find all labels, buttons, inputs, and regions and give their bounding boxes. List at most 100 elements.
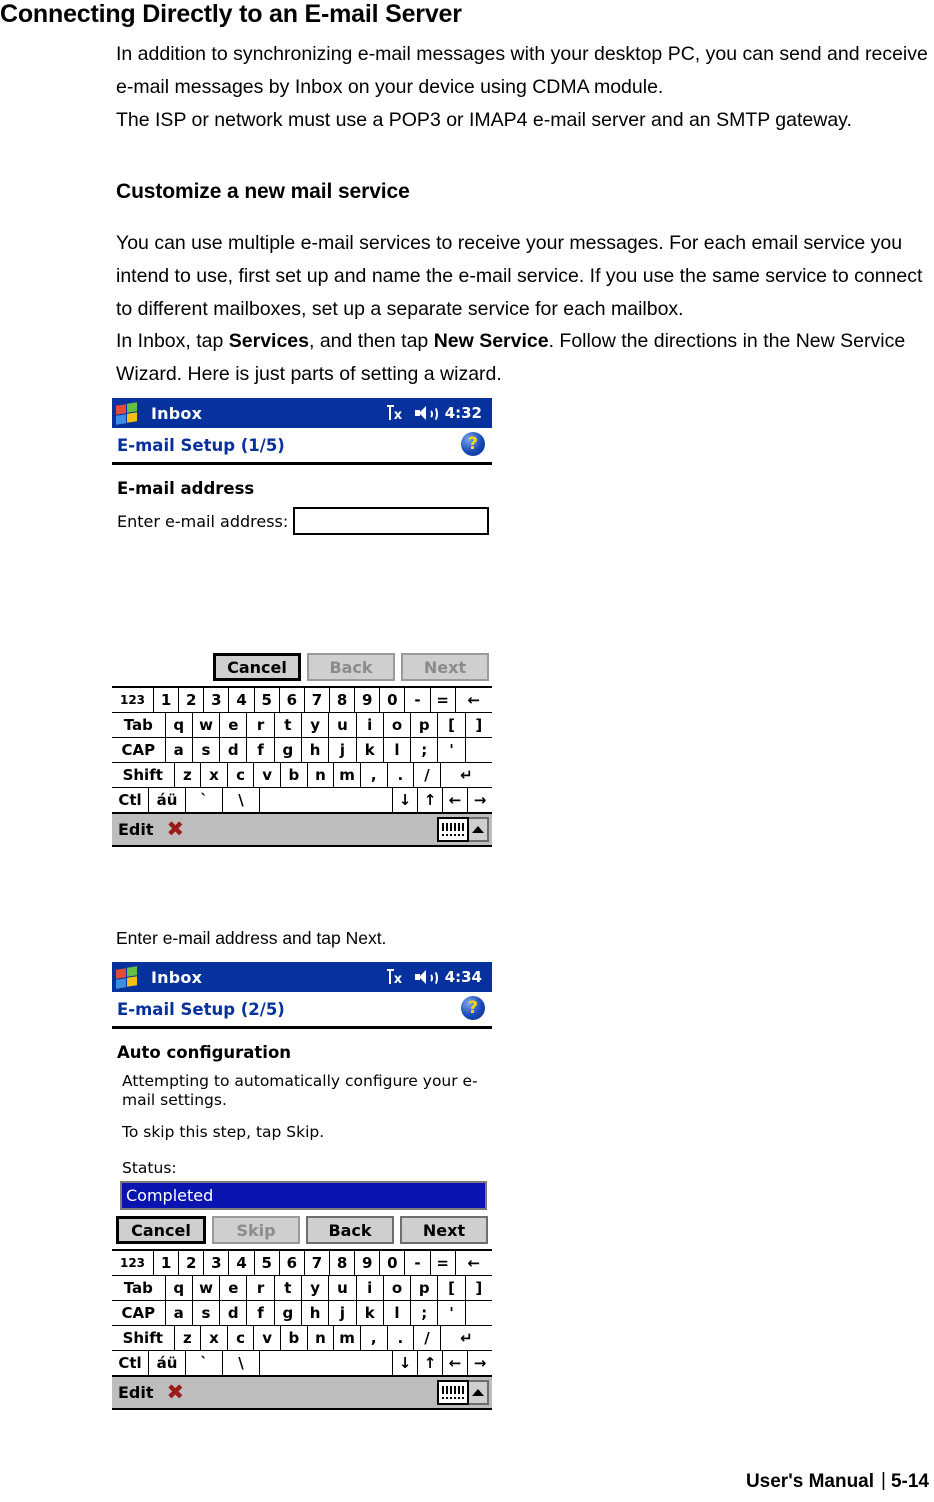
key-p[interactable]: p: [411, 1276, 439, 1300]
key-a[interactable]: a: [165, 1301, 193, 1325]
key-s[interactable]: s: [192, 1301, 221, 1325]
key-f[interactable]: f: [247, 738, 275, 762]
key-8[interactable]: 8: [330, 1251, 356, 1275]
key-ctl[interactable]: Ctl: [112, 1351, 149, 1375]
key-arrow-left[interactable]: ←: [443, 788, 468, 812]
key-v[interactable]: v: [254, 1326, 281, 1350]
pda2-cancel-button[interactable]: Cancel: [116, 1216, 206, 1244]
key-bracket-right[interactable]: ]: [465, 1276, 492, 1300]
key-arrow-down[interactable]: ↓: [393, 788, 418, 812]
key-d[interactable]: d: [220, 738, 248, 762]
key-1[interactable]: 1: [154, 688, 180, 712]
key-slash[interactable]: /: [414, 763, 441, 787]
key-k[interactable]: k: [356, 1301, 384, 1325]
key-arrow-up[interactable]: ↑: [418, 788, 443, 812]
key-3[interactable]: 3: [204, 688, 230, 712]
key-space[interactable]: [260, 788, 393, 812]
email-address-input[interactable]: [293, 507, 489, 535]
key-minus[interactable]: -: [405, 688, 431, 712]
key-accents[interactable]: áü: [149, 788, 186, 812]
edit-menu-button[interactable]: Edit: [118, 1383, 154, 1402]
key-6[interactable]: 6: [279, 688, 305, 712]
key-q[interactable]: q: [165, 713, 193, 737]
pda1-clock[interactable]: 4:32: [445, 404, 482, 422]
key-equals[interactable]: =: [430, 688, 456, 712]
help-question-icon[interactable]: ?: [461, 432, 485, 456]
windows-start-icon[interactable]: [112, 962, 140, 992]
signal-no-service-icon[interactable]: x: [386, 404, 407, 422]
key-accents[interactable]: áü: [149, 1351, 186, 1375]
key-bracket-left[interactable]: [: [438, 1276, 466, 1300]
key-e[interactable]: e: [220, 713, 248, 737]
key-cap[interactable]: CAP: [112, 738, 166, 762]
key-t[interactable]: t: [274, 1276, 302, 1300]
red-x-icon[interactable]: ✖: [167, 819, 185, 840]
key-5[interactable]: 5: [254, 688, 280, 712]
key-n[interactable]: n: [307, 763, 335, 787]
pda2-soft-keyboard[interactable]: 123 1 2 3 4 5 6 7 8 9 0 - = ← Tab q w e …: [112, 1249, 492, 1408]
key-backslash[interactable]: \: [223, 1351, 260, 1375]
key-period[interactable]: .: [387, 1326, 415, 1350]
key-arrow-left[interactable]: ←: [443, 1351, 468, 1375]
key-c[interactable]: c: [227, 1326, 255, 1350]
key-comma[interactable]: ,: [360, 1326, 388, 1350]
key-apostrophe[interactable]: ': [438, 1301, 466, 1325]
key-period[interactable]: .: [387, 763, 415, 787]
key-8[interactable]: 8: [330, 688, 356, 712]
key-backtick[interactable]: `: [186, 788, 223, 812]
keyboard-icon[interactable]: [437, 817, 469, 842]
key-f[interactable]: f: [247, 1301, 275, 1325]
key-i[interactable]: i: [356, 713, 384, 737]
signal-no-service-icon[interactable]: x: [386, 968, 407, 986]
speaker-icon[interactable]: [414, 405, 438, 422]
key-backtick[interactable]: `: [186, 1351, 223, 1375]
key-s[interactable]: s: [192, 738, 221, 762]
key-g[interactable]: g: [274, 738, 302, 762]
key-apostrophe[interactable]: ': [438, 738, 466, 762]
key-b[interactable]: b: [281, 1326, 308, 1350]
key-arrow-right[interactable]: →: [468, 1351, 492, 1375]
key-shift[interactable]: Shift: [112, 1326, 175, 1350]
pda2-next-button[interactable]: Next: [400, 1216, 488, 1244]
key-i[interactable]: i: [356, 1276, 384, 1300]
key-r[interactable]: r: [247, 1276, 275, 1300]
key-0[interactable]: 0: [380, 688, 406, 712]
key-o[interactable]: o: [383, 713, 412, 737]
key-equals[interactable]: =: [430, 1251, 456, 1275]
key-slash[interactable]: /: [414, 1326, 441, 1350]
key-123[interactable]: 123: [112, 1251, 155, 1275]
key-k[interactable]: k: [356, 738, 384, 762]
key-c[interactable]: c: [227, 763, 255, 787]
edit-menu-button[interactable]: Edit: [118, 820, 154, 839]
key-l[interactable]: l: [383, 1301, 412, 1325]
key-h[interactable]: h: [301, 1301, 330, 1325]
key-arrow-up[interactable]: ↑: [418, 1351, 443, 1375]
key-x[interactable]: x: [201, 1326, 228, 1350]
key-2[interactable]: 2: [179, 1251, 205, 1275]
key-r[interactable]: r: [247, 713, 275, 737]
key-1[interactable]: 1: [154, 1251, 180, 1275]
key-tab[interactable]: Tab: [112, 713, 166, 737]
key-v[interactable]: v: [254, 763, 281, 787]
key-blank-1[interactable]: [465, 738, 492, 762]
key-7[interactable]: 7: [304, 688, 331, 712]
pda1-cancel-button[interactable]: Cancel: [213, 653, 301, 681]
key-l[interactable]: l: [383, 738, 412, 762]
key-2[interactable]: 2: [179, 688, 205, 712]
key-semicolon[interactable]: ;: [411, 738, 439, 762]
key-arrow-right[interactable]: →: [468, 788, 492, 812]
key-z[interactable]: z: [174, 763, 202, 787]
key-w[interactable]: w: [192, 713, 221, 737]
pda2-back-button[interactable]: Back: [306, 1216, 394, 1244]
key-ctl[interactable]: Ctl: [112, 788, 149, 812]
key-u[interactable]: u: [329, 713, 357, 737]
key-3[interactable]: 3: [204, 1251, 230, 1275]
key-w[interactable]: w: [192, 1276, 221, 1300]
key-x[interactable]: x: [201, 763, 228, 787]
key-backslash[interactable]: \: [223, 788, 260, 812]
key-a[interactable]: a: [165, 738, 193, 762]
key-enter-icon[interactable]: ↵: [440, 1326, 492, 1350]
key-cap[interactable]: CAP: [112, 1301, 166, 1325]
key-4[interactable]: 4: [229, 1251, 255, 1275]
key-bracket-right[interactable]: ]: [465, 713, 492, 737]
